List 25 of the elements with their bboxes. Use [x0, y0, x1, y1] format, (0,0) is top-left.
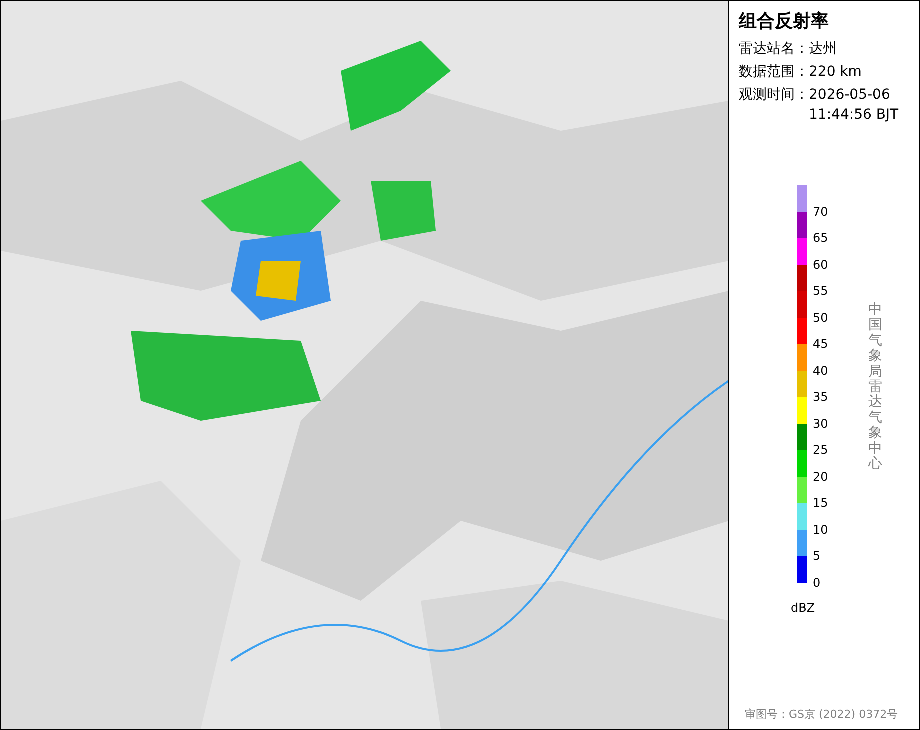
info-value: 2026-05-06 11:44:56 BJT	[809, 86, 899, 125]
info-value: 达州	[809, 40, 837, 59]
scale-label: 10	[813, 522, 828, 536]
approval-number: 审图号：GS京 (2022) 0372号	[745, 706, 900, 722]
scale-label: 35	[813, 390, 828, 404]
unit-label: dBZ	[791, 600, 816, 616]
scale-label: 60	[813, 258, 828, 272]
scale-label: 0	[813, 576, 821, 590]
source-text: 中国气象局雷达气象中心	[868, 303, 882, 474]
scale-label: 70	[813, 204, 828, 218]
scale-label: 30	[813, 416, 828, 430]
scale-label: 45	[813, 337, 828, 351]
info-label: 雷达站名：	[739, 40, 809, 59]
scale-label: 20	[813, 470, 828, 484]
scale-label: 55	[813, 284, 828, 298]
scale-label: 25	[813, 443, 828, 457]
info-value: 220 km	[809, 63, 862, 82]
scale-label: 15	[813, 496, 828, 510]
scale-label: 50	[813, 310, 828, 324]
scale-label: 40	[813, 364, 828, 378]
scale-label: 5	[813, 549, 821, 563]
info-label: 数据范围：	[739, 63, 809, 82]
panel-title: 组合反射率	[739, 10, 830, 34]
info-label: 观测时间：	[739, 86, 809, 105]
scale-label: 65	[813, 231, 828, 245]
